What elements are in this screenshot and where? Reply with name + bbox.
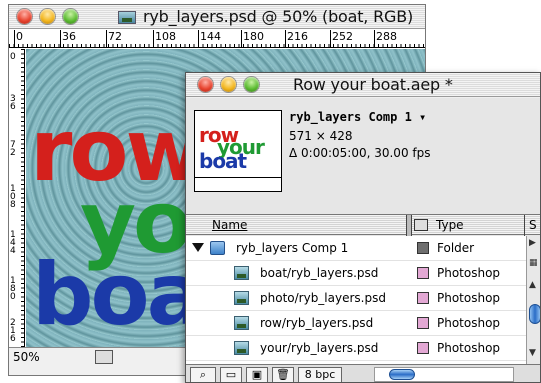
list-item[interactable]: row/ryb_layers.psd Photoshop (186, 311, 526, 336)
thumbnail-caption-bar (194, 178, 282, 192)
ruler-tick-label: 36 (10, 94, 16, 112)
flowchart-icon[interactable]: ▦ (529, 258, 538, 268)
vertical-scrollbar[interactable]: ▶ ▦ ▲ ▼ (526, 236, 540, 364)
close-button[interactable] (198, 77, 213, 92)
comp-dimensions: 571 × 428 (289, 129, 353, 143)
folder-icon (210, 241, 225, 255)
document-info-icon[interactable] (95, 350, 113, 364)
column-type[interactable]: Type (436, 218, 464, 232)
comp-duration: Δ 0:00:05:00, 30.00 fps (289, 146, 431, 160)
psd-file-icon (234, 316, 249, 330)
thumb-word-boat: boat (199, 149, 247, 173)
close-button[interactable] (17, 9, 32, 24)
zoom-button[interactable] (63, 9, 78, 24)
list-item[interactable]: your/ryb_layers.psd Photoshop (186, 336, 526, 361)
label-column-icon[interactable] (414, 219, 428, 231)
list-item[interactable]: boat/ryb_layers.psd Photoshop (186, 261, 526, 286)
item-type: Photoshop (437, 291, 501, 305)
label-swatch[interactable] (417, 317, 429, 329)
psd-file-icon (234, 341, 249, 355)
zoom-level[interactable]: 50% (13, 350, 40, 364)
column-name[interactable]: Name (212, 218, 247, 232)
ruler-tick-label: 180 (10, 276, 16, 302)
scroll-up-icon[interactable]: ▲ (529, 280, 536, 290)
trash-icon[interactable]: 🗑 (272, 367, 294, 382)
ae-window-title: Row your boat.aep * (293, 75, 453, 94)
minimize-button[interactable] (221, 77, 236, 92)
psd-file-icon (234, 291, 249, 305)
label-swatch[interactable] (417, 242, 429, 254)
item-type: Folder (437, 241, 475, 255)
item-type: Photoshop (437, 266, 501, 280)
scroll-thumb[interactable] (529, 304, 540, 324)
ruler-tick-label: 72 (106, 30, 122, 48)
ruler-tick-label: 0 (10, 52, 16, 62)
ruler-tick-label: 216 (285, 30, 308, 48)
project-item-list: ryb_layers Comp 1 Folder boat/ryb_layers… (186, 236, 526, 364)
ae-title-bar[interactable]: Row your boat.aep * (186, 73, 540, 97)
project-footer-toolbar: ⌕ ▭ ▣ 🗑 8 bpc (186, 364, 540, 382)
ruler-tick-label: 216 (10, 318, 16, 344)
horizontal-scrollbar[interactable] (374, 367, 514, 382)
label-swatch[interactable] (417, 342, 429, 354)
ruler-tick-label: 252 (330, 30, 353, 48)
ruler-tick-label: 288 (374, 30, 397, 48)
label-swatch[interactable] (417, 267, 429, 279)
ruler-tick-label: 0 (14, 30, 23, 48)
scroll-arrow-right-icon[interactable]: ▶ (529, 238, 536, 248)
item-name: your/ryb_layers.psd (260, 341, 379, 355)
ps-window-title: ryb_layers.psd @ 50% (boat, RGB) (143, 7, 414, 26)
comp-name-dropdown[interactable]: ryb_layers Comp 1 ▾ (289, 110, 426, 124)
new-comp-icon[interactable]: ▣ (246, 367, 268, 382)
label-swatch[interactable] (417, 292, 429, 304)
ae-project-window[interactable]: Row your boat.aep * row your boat ryb_la… (185, 72, 541, 383)
item-type: Photoshop (437, 316, 501, 330)
new-folder-icon[interactable]: ▭ (220, 367, 242, 382)
list-item[interactable]: photo/ryb_layers.psd Photoshop (186, 286, 526, 311)
column-header: Name Type S (186, 214, 540, 236)
find-binoculars-icon[interactable]: ⌕ (190, 367, 216, 382)
item-type: Photoshop (437, 341, 501, 355)
ruler-tick-label: 36 (60, 30, 76, 48)
comp-thumbnail: row your boat (194, 110, 282, 178)
list-item[interactable]: ryb_layers Comp 1 Folder (186, 236, 526, 261)
item-name: photo/ryb_layers.psd (260, 291, 386, 305)
ps-title-bar[interactable]: ryb_layers.psd @ 50% (boat, RGB) (9, 5, 425, 29)
scroll-down-icon[interactable]: ▼ (529, 348, 536, 358)
column-size[interactable]: S (529, 218, 537, 232)
scroll-thumb[interactable] (389, 369, 415, 380)
psd-document-icon (118, 11, 136, 24)
ruler-tick-label: 144 (198, 30, 221, 48)
item-name: ryb_layers Comp 1 (236, 241, 349, 255)
minimize-button[interactable] (40, 9, 55, 24)
disclosure-triangle-icon[interactable] (192, 243, 204, 252)
ruler-tick-label: 180 (241, 30, 264, 48)
item-name: boat/ryb_layers.psd (260, 266, 379, 280)
ruler-tick-label: 144 (10, 230, 16, 256)
item-name: row/ryb_layers.psd (260, 316, 374, 330)
ruler-tick-label: 108 (10, 184, 16, 210)
column-divider[interactable] (524, 215, 525, 236)
column-divider[interactable] (406, 215, 412, 236)
psd-file-icon (234, 266, 249, 280)
zoom-button[interactable] (244, 77, 259, 92)
ruler-tick-label: 108 (153, 30, 176, 48)
ruler-tick-label: 72 (10, 140, 16, 158)
vertical-ruler: 0 36 72 108 144 180 216 (9, 49, 25, 347)
bit-depth-button[interactable]: 8 bpc (298, 367, 342, 382)
horizontal-ruler: 0 36 72 108 144 180 216 252 288 (9, 30, 425, 48)
